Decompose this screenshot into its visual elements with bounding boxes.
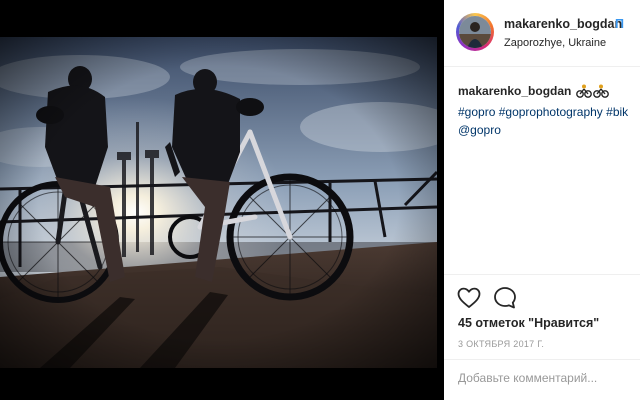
bicyclist-emoji-icon <box>576 84 610 103</box>
hashtag-link[interactable]: #gopro <box>458 105 495 119</box>
caption-line-1: makarenko_bogdan <box>458 82 640 103</box>
post-caption: makarenko_bogdan #gopro #goprophotograph… <box>458 82 640 139</box>
photo-pane <box>0 0 437 400</box>
avatar-image <box>459 16 491 48</box>
likes-count[interactable]: 45 отметок "Нравится" <box>458 316 599 330</box>
post-username[interactable]: makarenko_bogdan <box>504 17 622 31</box>
comment-input[interactable] <box>458 368 634 388</box>
post-location[interactable]: Zaporozhye, Ukraine <box>504 37 606 49</box>
hashtag-link[interactable]: #bik <box>606 105 628 119</box>
heart-outline-icon[interactable] <box>456 285 482 311</box>
caption-username[interactable]: makarenko_bogdan <box>458 84 571 98</box>
cyclists-photo-image <box>0 37 437 368</box>
mention-link[interactable]: @gopro <box>458 123 501 137</box>
post-header: makarenko_bogdan П Zaporozhye, Ukraine <box>444 0 640 67</box>
follow-button[interactable]: П <box>615 17 624 31</box>
post-actions: 45 отметок "Нравится" 3 ОКТЯБРЯ 2017 Г. <box>444 274 640 395</box>
add-comment-section <box>444 359 640 396</box>
avatar[interactable] <box>456 13 494 51</box>
post-date[interactable]: 3 ОКТЯБРЯ 2017 Г. <box>458 339 544 349</box>
post-photo[interactable] <box>0 37 437 368</box>
caption-line-3: @gopro <box>458 121 640 139</box>
post-side-panel: makarenko_bogdan П Zaporozhye, Ukraine m… <box>444 0 640 400</box>
avatar-photo <box>459 16 491 48</box>
speech-bubble-icon[interactable] <box>492 285 518 311</box>
hashtag-link[interactable]: #goprophotography <box>499 105 603 119</box>
caption-line-2: #gopro #goprophotography #bik <box>458 103 640 121</box>
